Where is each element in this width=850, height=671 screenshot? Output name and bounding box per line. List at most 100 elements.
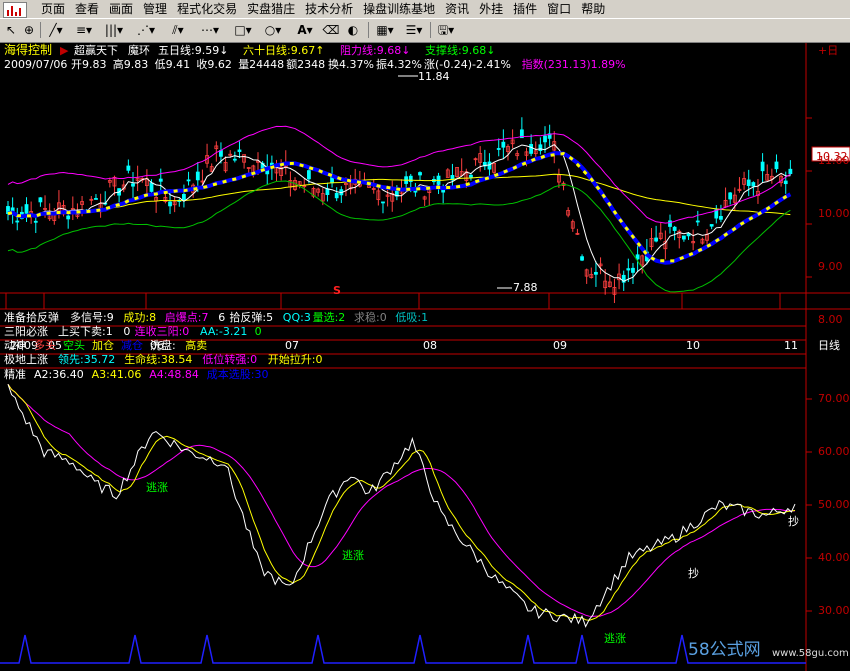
rectangle-tool-icon[interactable]: □▾ [230,21,256,39]
candle-body [709,224,714,227]
menu-item[interactable]: 外挂 [474,0,508,18]
time-axis-label: 08 [423,339,437,352]
candle-body [381,201,385,204]
menu-item[interactable]: 窗口 [542,0,576,18]
sub-row-item: 量选:2 [312,311,346,324]
save-icon[interactable]: 🖫▾ [434,21,458,39]
sub-row-item: 启爆点:7 [164,311,209,324]
app-logo-icon[interactable] [3,2,27,18]
sub-row-item: 多头 [34,339,56,352]
lower-axis-tick: 60.00 [818,445,850,458]
sub-row-item: 低位转强:0 [202,353,258,366]
signal-annotation: 逃涨 [342,549,364,562]
upper-band-line [7,125,791,224]
menu-item[interactable]: 画面 [104,0,138,18]
candle-body [24,204,29,214]
period-lines-icon[interactable]: |||▾ [100,21,128,39]
candle-body [654,237,659,242]
candle-body [751,182,756,187]
fan-lines-icon[interactable]: ⋰▾ [132,21,160,39]
sub-row-item: 空头 [63,339,85,352]
lower-panel-item: A2:36.40 [34,368,84,381]
channel-icon[interactable]: ⫽▾ [164,21,192,39]
candle-body [334,192,339,199]
quote-turnover: 换4.37% [328,58,374,71]
sub-row-item: 0 [254,325,262,338]
menu-item[interactable]: 程式化交易 [172,0,242,18]
menu-bar: 页面 查看 画面 管理 程式化交易 实盘猎庄 技术分析 操盘训练基地 资讯 外挂 插件 窗口 帮助 [0,0,850,19]
ma-legend-item: 超赢天下 [74,44,118,57]
menu-item[interactable]: 资讯 [440,0,474,18]
arrow-cursor-icon[interactable]: ↖ [4,21,18,39]
sub-row-name: 动神 [4,339,26,352]
quote-high: 高9.83 [112,58,149,71]
quote-low: 低9.41 [154,58,191,71]
candle-body [538,144,543,152]
line-tool-icon[interactable]: ╱▾ [44,21,68,39]
ma-legend-item: 阻力线:9.68↓ [340,44,411,57]
zoom-icon[interactable]: ⊕ [22,21,36,39]
candle-body [783,180,788,185]
signal-annotation: 抄 [688,567,699,580]
candle-body [580,256,584,261]
a2-line [7,384,796,628]
sub-row-item: 低吸:1 [395,311,429,324]
sub-row-item: 连收三阳:0 [134,325,190,338]
sub-row-item: 上买下卖:1 [58,325,113,338]
menu-item[interactable]: 操盘训练基地 [358,0,440,18]
quote-index: 指数(231.13)1.89% [521,58,626,71]
candle-body [408,175,413,182]
candle-body [418,172,422,176]
candle-body [94,198,98,200]
color-icon[interactable]: ◐ [344,21,362,39]
candle-body [686,233,691,237]
ellipse-tool-icon[interactable]: ○▾ [260,21,286,39]
lower-panel-item: A3:41.06 [91,368,142,381]
lower-panel-name: 精准 [4,368,26,381]
sub-row-item: 6 [218,311,226,324]
candle-body [307,170,311,180]
high-mark-label: 11.84 [418,70,450,83]
candle-body [168,201,172,207]
signal-annotation: 逃涨 [604,632,626,645]
parallel-lines-icon[interactable]: ≡▾ [72,21,96,39]
chart-area: 海得控制 ▶ 超赢天下 魔环 五日线:9.59↓ 六十日线:9.67↑ 阻力线:9.68↓ 支… [0,43,850,671]
candle-body [719,215,723,220]
grid-tool-icon[interactable]: ▦▾ [372,21,398,39]
period-label: 日线 [818,339,840,352]
candle-body [681,235,686,240]
menu-item[interactable]: 帮助 [576,0,610,18]
fibonacci-icon[interactable]: ⋯▾ [196,21,224,39]
lower-axis-tick: 70.00 [818,392,850,405]
candle-body [38,197,43,203]
lower-axis-tick: 40.00 [818,551,850,564]
price-axis-tick: 9.00 [818,260,843,273]
expand-arrow-icon: ▶ [60,44,69,57]
quote-amplitude: 振4.32% [376,58,422,71]
quote-volume: 量24448 [238,58,285,71]
watermark-url: www.58gu.com [772,648,849,659]
menu-item[interactable]: 技术分析 [300,0,358,18]
text-tool-icon[interactable]: A▾ [292,21,318,39]
sub-row-item: 加仓 [92,339,114,352]
line-style-icon[interactable]: ☰▾ [402,21,426,39]
candle-body [158,178,163,182]
menu-item[interactable]: 查看 [70,0,104,18]
candle-body [626,268,631,271]
candle-body [788,168,793,175]
candle-body [594,271,598,275]
candle-body [126,165,131,171]
menu-item[interactable]: 管理 [138,0,172,18]
sub-row-item: 高卖 [185,339,208,352]
candle-body [496,148,501,150]
candle-body [501,141,506,148]
menu-item[interactable]: 插件 [508,0,542,18]
sub-row-item: QQ:3 [282,311,311,324]
sub-row-name: 三阳必涨 [4,325,48,338]
menu-item[interactable]: 实盘猎庄 [242,0,300,18]
candle-body [66,215,71,220]
menu-item[interactable]: 页面 [36,0,70,18]
candle-body [219,150,223,157]
eraser-icon[interactable]: ⌫ [322,21,340,39]
quote-date: 2009/07/06 [4,58,68,71]
